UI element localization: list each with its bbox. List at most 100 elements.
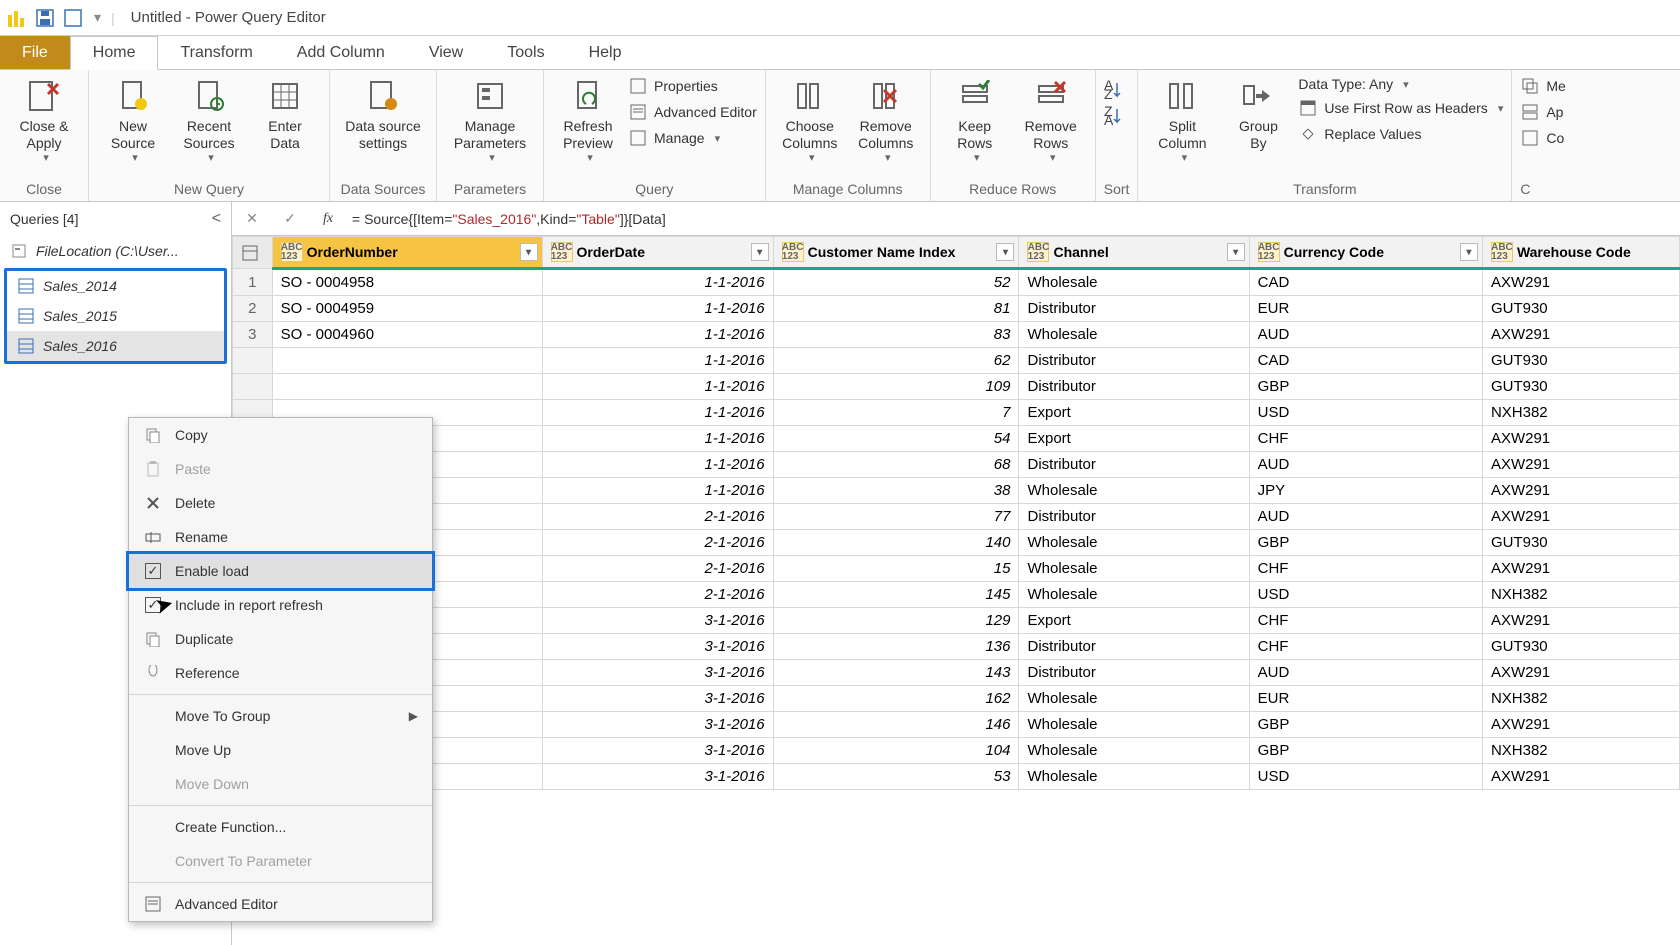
- recent-sources-button[interactable]: Recent Sources: [173, 74, 245, 169]
- cell-channel[interactable]: Distributor: [1019, 634, 1249, 660]
- ctx-copy[interactable]: Copy: [129, 418, 432, 452]
- filter-icon[interactable]: ▾: [996, 243, 1014, 261]
- table-row[interactable]: 2-1-2016140WholesaleGBPGUT930: [233, 530, 1680, 556]
- cell-customer-name-index[interactable]: 62: [773, 348, 1019, 374]
- ctx-enable-load[interactable]: ✓Enable load: [126, 551, 435, 591]
- fx-icon[interactable]: fx: [314, 206, 342, 232]
- cancel-formula-icon[interactable]: ✕: [238, 206, 266, 232]
- cell-warehouse-code[interactable]: AXW291: [1482, 556, 1679, 582]
- formula-text[interactable]: = Source{[Item="Sales_2016",Kind="Table"…: [352, 210, 1674, 228]
- query-sales-2014[interactable]: Sales_2014: [7, 271, 224, 301]
- cell-channel[interactable]: Export: [1019, 608, 1249, 634]
- cell-channel[interactable]: Export: [1019, 400, 1249, 426]
- cell-customer-name-index[interactable]: 52: [773, 269, 1019, 296]
- quick-access-icon[interactable]: [62, 7, 84, 29]
- column-header-channel[interactable]: ABC 123Channel▾: [1019, 237, 1249, 269]
- cell-customer-name-index[interactable]: 104: [773, 738, 1019, 764]
- ctx-move-up[interactable]: Move Up: [129, 733, 432, 767]
- cell-customer-name-index[interactable]: 15: [773, 556, 1019, 582]
- cell-ordernumber[interactable]: [272, 374, 542, 400]
- cell-ordernumber[interactable]: SO - 0004958: [272, 269, 542, 296]
- cell-currency-code[interactable]: AUD: [1249, 504, 1482, 530]
- table-row[interactable]: 3-1-201653WholesaleUSDAXW291: [233, 764, 1680, 790]
- tab-view[interactable]: View: [407, 36, 485, 69]
- filter-icon[interactable]: ▾: [520, 243, 538, 261]
- cell-currency-code[interactable]: GBP: [1249, 530, 1482, 556]
- cell-orderdate[interactable]: 1-1-2016: [542, 269, 773, 296]
- tab-home[interactable]: Home: [70, 36, 159, 70]
- enter-data-button[interactable]: Enter Data: [249, 74, 321, 156]
- table-row[interactable]: 1-1-201638WholesaleJPYAXW291: [233, 478, 1680, 504]
- cell-currency-code[interactable]: JPY: [1249, 478, 1482, 504]
- cell-customer-name-index[interactable]: 53: [773, 764, 1019, 790]
- choose-columns-button[interactable]: Choose Columns: [774, 74, 846, 169]
- cell-channel[interactable]: Wholesale: [1019, 322, 1249, 348]
- cell-warehouse-code[interactable]: AXW291: [1482, 269, 1679, 296]
- table-row[interactable]: 3-1-2016143DistributorAUDAXW291: [233, 660, 1680, 686]
- data-grid[interactable]: ABC 123OrderNumber▾ ABC 123OrderDate▾ AB…: [232, 236, 1680, 945]
- cell-orderdate[interactable]: 3-1-2016: [542, 712, 773, 738]
- cell-currency-code[interactable]: AUD: [1249, 660, 1482, 686]
- cell-orderdate[interactable]: 3-1-2016: [542, 634, 773, 660]
- table-row[interactable]: 3-1-2016146WholesaleGBPAXW291: [233, 712, 1680, 738]
- cell-channel[interactable]: Wholesale: [1019, 269, 1249, 296]
- row-number[interactable]: 2: [233, 296, 273, 322]
- ctx-move-to-group[interactable]: Move To Group▶: [129, 699, 432, 733]
- row-number[interactable]: 3: [233, 322, 273, 348]
- keep-rows-button[interactable]: Keep Rows: [939, 74, 1011, 169]
- sort-asc-button[interactable]: AZ: [1104, 80, 1124, 100]
- cell-customer-name-index[interactable]: 54: [773, 426, 1019, 452]
- cell-warehouse-code[interactable]: AXW291: [1482, 452, 1679, 478]
- cell-orderdate[interactable]: 3-1-2016: [542, 686, 773, 712]
- new-source-button[interactable]: New Source: [97, 74, 169, 169]
- cell-warehouse-code[interactable]: AXW291: [1482, 426, 1679, 452]
- cell-warehouse-code[interactable]: GUT930: [1482, 530, 1679, 556]
- cell-warehouse-code[interactable]: GUT930: [1482, 296, 1679, 322]
- cell-customer-name-index[interactable]: 145: [773, 582, 1019, 608]
- combine-files-button[interactable]: Co: [1520, 128, 1565, 148]
- filter-icon[interactable]: ▾: [1460, 243, 1478, 261]
- cell-currency-code[interactable]: AUD: [1249, 322, 1482, 348]
- table-row[interactable]: 1SO - 00049581-1-201652WholesaleCADAXW29…: [233, 269, 1680, 296]
- cell-currency-code[interactable]: GBP: [1249, 374, 1482, 400]
- ctx-duplicate[interactable]: Duplicate: [129, 622, 432, 656]
- cell-warehouse-code[interactable]: NXH382: [1482, 738, 1679, 764]
- column-header-orderdate[interactable]: ABC 123OrderDate▾: [542, 237, 773, 269]
- table-row[interactable]: 2-1-2016145WholesaleUSDNXH382: [233, 582, 1680, 608]
- ctx-reference[interactable]: Reference: [129, 656, 432, 690]
- cell-channel[interactable]: Wholesale: [1019, 738, 1249, 764]
- cell-currency-code[interactable]: CHF: [1249, 426, 1482, 452]
- ctx-advanced-editor[interactable]: Advanced Editor: [129, 887, 432, 921]
- tab-file[interactable]: File: [0, 36, 70, 69]
- cell-currency-code[interactable]: CHF: [1249, 608, 1482, 634]
- save-icon[interactable]: [34, 7, 56, 29]
- cell-ordernumber[interactable]: [272, 348, 542, 374]
- remove-columns-button[interactable]: Remove Columns: [850, 74, 922, 169]
- tab-help[interactable]: Help: [567, 36, 644, 69]
- properties-button[interactable]: Properties: [628, 76, 757, 96]
- cell-customer-name-index[interactable]: 140: [773, 530, 1019, 556]
- cell-orderdate[interactable]: 1-1-2016: [542, 322, 773, 348]
- cell-warehouse-code[interactable]: AXW291: [1482, 712, 1679, 738]
- merge-queries-button[interactable]: Me: [1520, 76, 1565, 96]
- cell-currency-code[interactable]: GBP: [1249, 738, 1482, 764]
- cell-channel[interactable]: Distributor: [1019, 374, 1249, 400]
- cell-warehouse-code[interactable]: GUT930: [1482, 374, 1679, 400]
- table-corner[interactable]: [233, 237, 273, 269]
- cell-customer-name-index[interactable]: 146: [773, 712, 1019, 738]
- cell-orderdate[interactable]: 2-1-2016: [542, 530, 773, 556]
- ctx-include-refresh[interactable]: ✓Include in report refresh: [129, 588, 432, 622]
- cell-customer-name-index[interactable]: 129: [773, 608, 1019, 634]
- cell-channel[interactable]: Wholesale: [1019, 582, 1249, 608]
- cell-channel[interactable]: Wholesale: [1019, 764, 1249, 790]
- cell-customer-name-index[interactable]: 81: [773, 296, 1019, 322]
- manage-parameters-button[interactable]: Manage Parameters: [445, 74, 535, 169]
- cell-warehouse-code[interactable]: NXH382: [1482, 400, 1679, 426]
- ctx-delete[interactable]: Delete: [129, 486, 432, 520]
- remove-rows-button[interactable]: Remove Rows: [1015, 74, 1087, 169]
- cell-warehouse-code[interactable]: AXW291: [1482, 322, 1679, 348]
- cell-orderdate[interactable]: 1-1-2016: [542, 400, 773, 426]
- cell-orderdate[interactable]: 3-1-2016: [542, 764, 773, 790]
- cell-currency-code[interactable]: CHF: [1249, 556, 1482, 582]
- query-sales-2016[interactable]: Sales_2016: [7, 331, 224, 361]
